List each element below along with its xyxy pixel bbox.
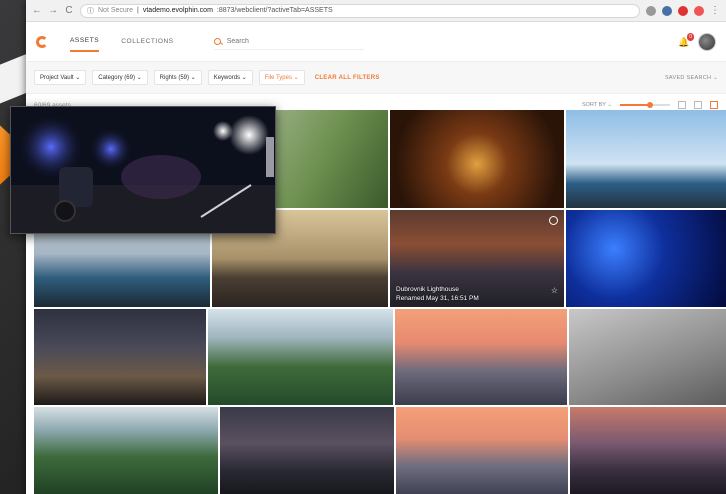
tab-assets[interactable]: ASSETS: [70, 31, 100, 52]
app-header: ASSETS COLLECTIONS 🔔0: [26, 22, 726, 62]
menu-icon[interactable]: ⋮: [710, 5, 720, 16]
star-icon[interactable]: ☆: [551, 286, 558, 295]
filter-category[interactable]: Category (69) ⌄: [92, 70, 148, 85]
extension-icon[interactable]: [694, 5, 704, 16]
address-bar[interactable]: ⓘ Not Secure | vtademo.evolphin.com:8873…: [80, 3, 640, 18]
asset-thumbnail[interactable]: [570, 407, 726, 494]
url-host: vtademo.evolphin.com: [142, 7, 213, 14]
app-logo[interactable]: [36, 35, 48, 48]
select-checkbox[interactable]: [549, 216, 558, 225]
search-input[interactable]: [226, 37, 347, 45]
asset-thumbnail[interactable]: [390, 110, 564, 208]
zoom-slider-fill: [620, 104, 650, 106]
asset-thumbnail[interactable]: [396, 407, 568, 494]
video-preview-popup[interactable]: [10, 106, 276, 234]
asset-thumbnail[interactable]: [34, 407, 218, 494]
security-label: Not Secure: [98, 7, 134, 14]
asset-thumbnail[interactable]: [208, 309, 393, 405]
back-button[interactable]: ←: [32, 5, 42, 16]
search-icon: [213, 37, 221, 45]
tab-collections[interactable]: COLLECTIONS: [121, 32, 173, 51]
avatar[interactable]: [698, 32, 716, 51]
browser-toolbar: ← → C ⓘ Not Secure | vtademo.evolphin.co…: [26, 0, 726, 22]
info-icon: ⓘ: [87, 7, 94, 15]
grid-view-icon[interactable]: [694, 101, 702, 109]
asset-thumbnail[interactable]: [34, 309, 206, 405]
url-path: :8873/webclient/?activeTab=ASSETS: [216, 7, 333, 14]
reload-button[interactable]: C: [64, 5, 74, 16]
filter-file-types[interactable]: File Types ⌄: [258, 70, 305, 85]
notification-badge: 0: [687, 32, 694, 41]
filter-keywords[interactable]: Keywords ⌄: [207, 70, 253, 85]
asset-thumbnail[interactable]: [566, 210, 726, 307]
asset-thumbnail[interactable]: [569, 309, 726, 405]
extension-icon[interactable]: [662, 5, 672, 16]
notification-bell-icon[interactable]: 🔔 0: [678, 32, 694, 47]
asset-thumbnail[interactable]: [395, 309, 567, 405]
zoom-slider-handle[interactable]: [647, 102, 653, 108]
clear-filters-button[interactable]: CLEAR ALL FILTERS: [315, 75, 380, 81]
list-view-icon[interactable]: [678, 101, 686, 109]
sort-dropdown[interactable]: SORT BY ⌄: [582, 102, 612, 108]
filter-project-vault[interactable]: Project Vault ⌄: [34, 70, 87, 85]
forward-button[interactable]: →: [48, 5, 58, 16]
asset-thumbnail[interactable]: ☆ Dubrovnik Lighthouse Renamed May 31, 1…: [390, 210, 564, 307]
filter-rights[interactable]: Rights (59) ⌄: [153, 70, 202, 85]
asset-title: Dubrovnik Lighthouse: [396, 286, 459, 293]
saved-search-dropdown[interactable]: SAVED SEARCH ⌄: [665, 75, 718, 81]
asset-subtitle: Renamed May 31, 16:51 PM: [396, 295, 479, 302]
extension-icon[interactable]: [646, 5, 656, 16]
motorcycle-night-image: [11, 107, 275, 233]
filter-bar: Project Vault ⌄ Category (69) ⌄ Rights (…: [26, 62, 726, 94]
extension-icon[interactable]: [678, 5, 688, 16]
mosaic-view-icon[interactable]: [710, 101, 718, 109]
asset-thumbnail[interactable]: [220, 407, 394, 494]
asset-thumbnail[interactable]: [566, 110, 726, 208]
browser-window: ← → C ⓘ Not Secure | vtademo.evolphin.co…: [26, 0, 726, 494]
search-box[interactable]: [213, 34, 364, 50]
zoom-slider[interactable]: [620, 102, 670, 108]
